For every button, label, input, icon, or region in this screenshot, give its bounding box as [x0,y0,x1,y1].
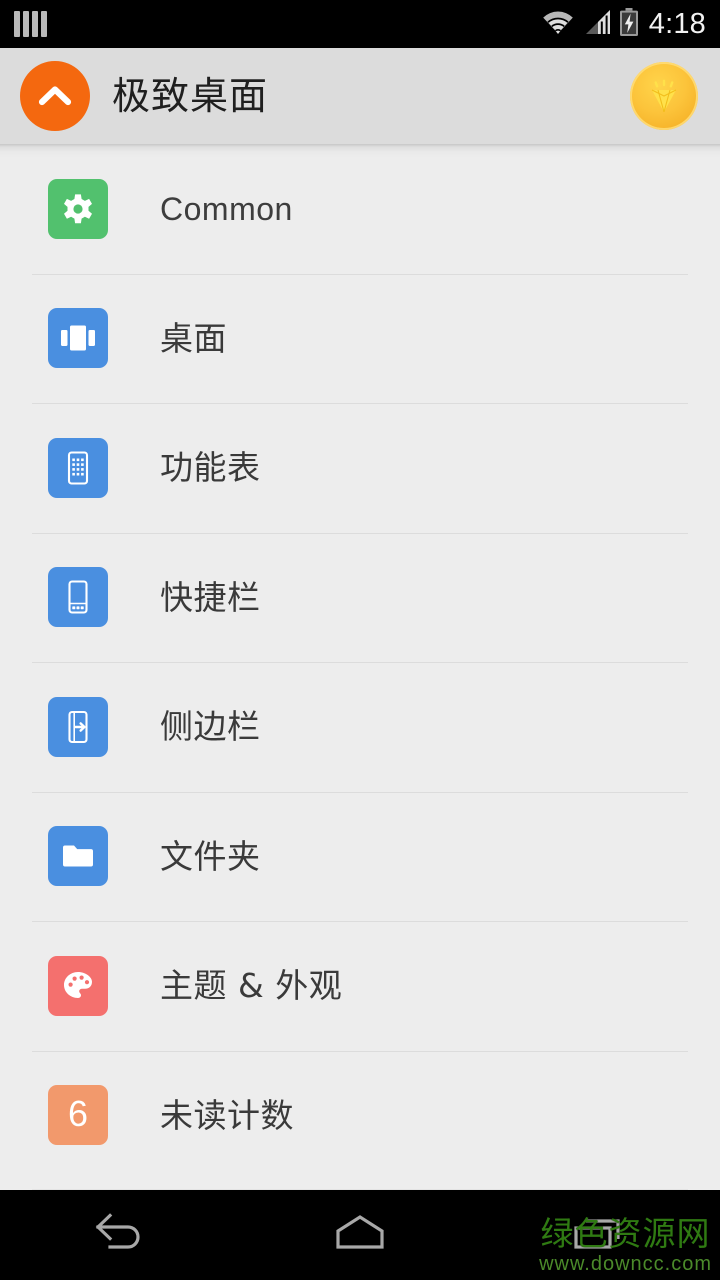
status-bar-right: 4:18 [541,7,706,41]
android-screen: 4:18 极致桌面 Common 桌面 功能表 快捷栏 侧边栏 文件夹 主题 &… [0,0,720,1280]
list-item-label: Common [160,190,293,227]
list-item-sidebar[interactable]: 侧边栏 [0,662,720,792]
list-item-label: 未读计数 [160,1095,294,1135]
app-header: 极致桌面 [0,48,720,144]
list-item-folder[interactable]: 文件夹 [0,791,720,922]
app-drawer-icon [48,437,108,498]
wifi-icon [541,9,575,40]
status-bar-clock: 4:18 [648,7,706,40]
list-item-unread-count[interactable]: 6 未读计数 [0,1050,720,1181]
unread-count-badge-icon: 6 [48,1085,108,1146]
chevron-up-circle-icon[interactable] [20,61,90,131]
list-item-label: 功能表 [160,448,261,488]
list-item-theme-appearance[interactable]: 主题 & 外观 [0,921,720,1051]
palette-icon [48,955,108,1016]
gem-badge-icon[interactable] [630,62,698,130]
sidebar-icon [48,696,108,757]
recent-apps-button[interactable] [480,1190,720,1280]
signal-bars-icon [14,11,47,37]
system-navigation-bar [0,1190,720,1280]
gear-icon [48,178,108,239]
status-bar: 4:18 [0,0,720,48]
dock-bar-icon [48,567,108,628]
cell-signal-icon [582,9,612,40]
list-item-label: 快捷栏 [160,577,261,617]
list-item-desktop[interactable]: 桌面 [0,273,720,404]
list-item-dock[interactable]: 快捷栏 [0,532,720,663]
page-title: 极致桌面 [112,74,269,118]
unread-count-value: 6 [67,1093,89,1135]
back-button[interactable] [0,1190,240,1280]
settings-list[interactable]: Common 桌面 功能表 快捷栏 侧边栏 文件夹 主题 & 外观 6 未读计数 [0,144,720,1190]
home-button[interactable] [240,1190,480,1280]
list-item-label: 文件夹 [160,836,261,876]
home-screens-icon [48,308,108,369]
back-arrow-icon [88,1209,152,1262]
recent-apps-icon [568,1209,632,1262]
list-item-label: 主题 & 外观 [160,966,343,1006]
battery-charging-icon [619,7,639,41]
list-item-common[interactable]: Common [0,144,720,274]
list-item-app-drawer[interactable]: 功能表 [0,403,720,533]
list-item-label: 桌面 [160,318,227,358]
home-icon [328,1209,392,1262]
list-item-label: 侧边栏 [160,707,261,747]
status-bar-left [14,11,47,37]
folder-icon [48,826,108,887]
